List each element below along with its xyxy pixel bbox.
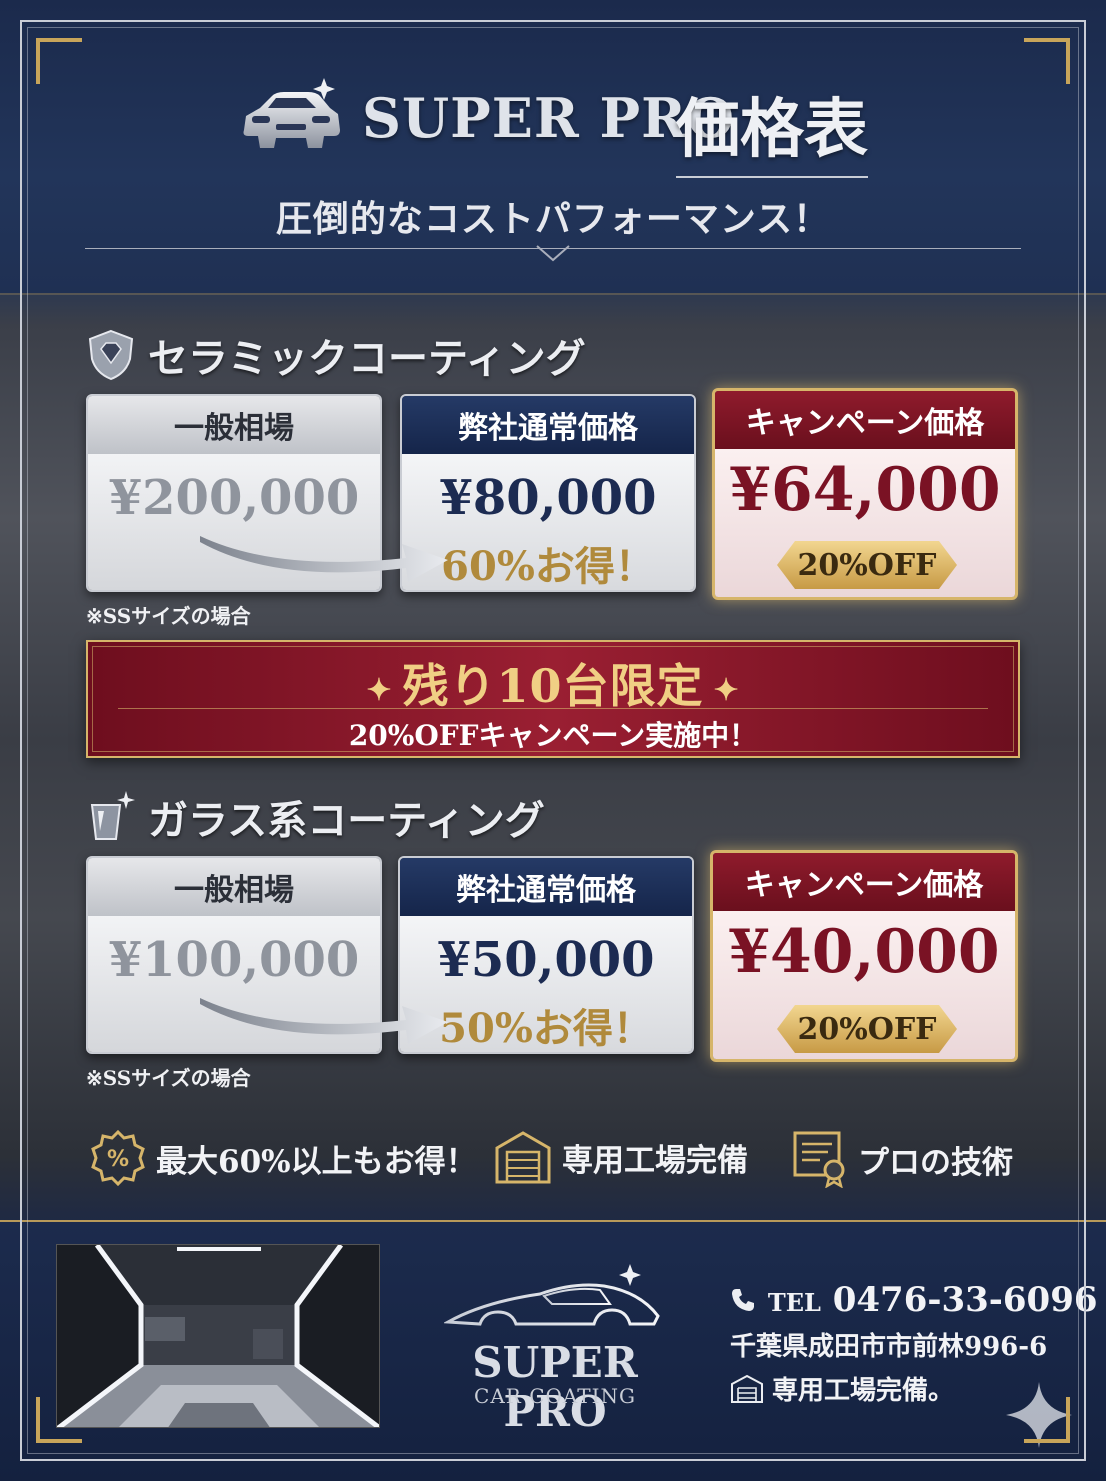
feature-skill: プロの技術 [792, 1130, 1013, 1188]
normal-price-card: 弊社通常価格 ¥50,000 50%お得！ [398, 856, 694, 1054]
tel-number: 0476-33-6096 [832, 1280, 1098, 1320]
saving-text: 50%お得！ [439, 1005, 653, 1052]
tel-label: TEL [767, 1288, 821, 1317]
normal-price-card: 弊社通常価格 ¥80,000 60%お得！ [400, 394, 696, 592]
banner-subtitle: 20%OFFキャンペーン実施中！ [348, 719, 758, 752]
certificate-icon [793, 1131, 845, 1188]
feature-label: 専用工場完備 [562, 1142, 748, 1179]
campaign-banner: ✦ 残り10台限定 ✦ 20%OFFキャンペーン実施中！ [86, 640, 1020, 758]
discount-badge: 20%OFF [777, 541, 957, 589]
car-silhouette-logo [444, 1264, 660, 1326]
general-price-card: 一般相場 ¥100,000 [86, 856, 382, 1054]
size-note: ※SSサイズの場合 [86, 604, 251, 628]
svg-text:%: % [107, 1147, 129, 1172]
section-title-text: ガラス系コーティング [148, 797, 545, 844]
size-note: ※SSサイズの場合 [86, 1066, 251, 1090]
campaign-price: ¥40,000 [728, 917, 1000, 987]
address: 千葉県成田市市前林996-6 [730, 1332, 1048, 1362]
campaign-price-card: キャンペーン価格 ¥40,000 20%OFF [710, 850, 1018, 1062]
saving-text: 60%お得！ [441, 543, 655, 590]
feature-discount: % 最大60%以上もお得！ [90, 1130, 477, 1186]
campaign-price: ¥64,000 [729, 455, 1001, 525]
general-price: ¥100,000 [108, 932, 360, 988]
feature-label: プロの技術 [858, 1144, 1013, 1181]
footer-brand-sub: CAR COATING [474, 1384, 636, 1408]
garage-icon [495, 1131, 551, 1184]
facility-line: 専用工場完備。 [730, 1370, 954, 1407]
garage-icon [731, 1374, 763, 1403]
percent-badge-icon: % [91, 1130, 145, 1186]
banner-title: 残り10台限定 [402, 659, 704, 713]
phone-line[interactable]: TEL 0476-33-6096 [730, 1280, 1098, 1320]
sparkle-icon: ✦ [366, 672, 393, 708]
car-logo-icon [243, 78, 340, 148]
price-list-flyer: SUPER PRO 価格表 圧倒的なコストパフォーマンス！ セラミックコーティン… [0, 0, 1106, 1481]
campaign-price-card: キャンペーン価格 ¥64,000 20%OFF [712, 388, 1018, 600]
card-label: 弊社通常価格 [402, 396, 694, 454]
general-price-card: 一般相場 ¥200,000 [86, 394, 382, 592]
normal-price: ¥50,000 [437, 932, 655, 988]
normal-price: ¥80,000 [439, 470, 657, 526]
general-price: ¥200,000 [108, 470, 360, 526]
card-label: キャンペーン価格 [713, 853, 1015, 911]
corner-ornament [1024, 38, 1070, 84]
header: SUPER PRO 価格表 圧倒的なコストパフォーマンス！ [0, 0, 1106, 295]
feature-label: 最大60%以上もお得！ [156, 1143, 477, 1180]
page-title: 価格表 [676, 78, 868, 178]
corner-ornament [1024, 1397, 1070, 1443]
phone-icon [732, 1289, 754, 1311]
facility-text: 専用工場完備。 [772, 1376, 955, 1406]
section-title-text: セラミックコーティング [148, 335, 586, 382]
card-label: 一般相場 [88, 396, 380, 454]
corner-ornament [36, 38, 82, 84]
card-label: 弊社通常価格 [400, 858, 692, 916]
garage-photo [56, 1244, 380, 1428]
chevron-down-icon [536, 245, 570, 262]
corner-ornament [36, 1397, 82, 1443]
card-label: 一般相場 [88, 858, 380, 916]
feature-factory: 専用工場完備 [494, 1130, 748, 1184]
section-title-ceramic: セラミックコーティング [86, 326, 586, 384]
tagline: 圧倒的なコストパフォーマンス！ [275, 198, 831, 240]
section-title-glass: ガラス系コーティング [86, 788, 545, 846]
card-label: キャンペーン価格 [715, 391, 1015, 449]
glass-sparkle-icon [90, 791, 135, 840]
discount-badge: 20%OFF [777, 1005, 957, 1053]
diamond-shield-icon [88, 329, 134, 381]
sparkle-icon: ✦ [713, 672, 740, 708]
